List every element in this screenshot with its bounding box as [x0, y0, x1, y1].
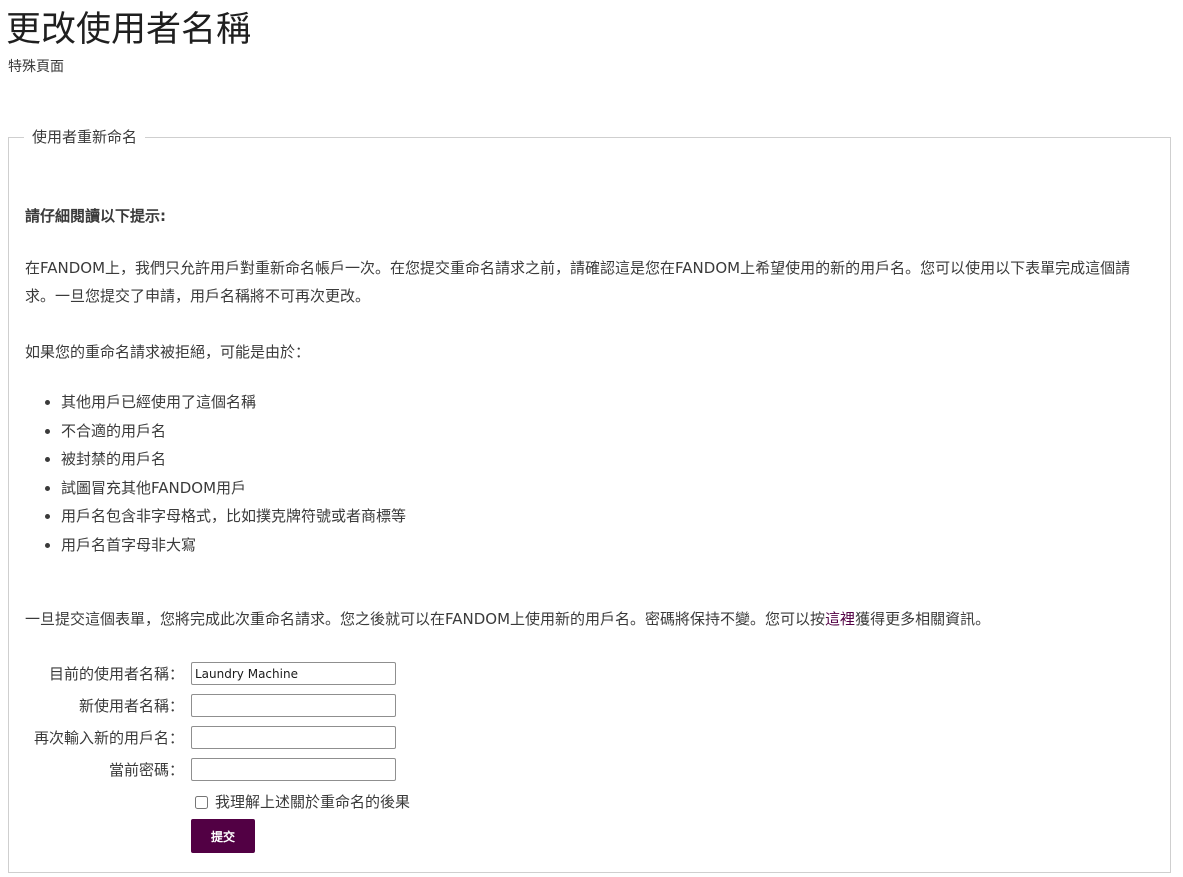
current-name-label-wrap: 目前的使用者名稱： [20, 662, 184, 686]
list-item: 試圖冒充其他FANDOM用戶 [61, 474, 406, 503]
repeat-name-input[interactable] [191, 726, 396, 749]
page: 更改使用者名稱 特殊頁面 使用者重新命名 請仔細閱讀以下提示: 在FANDOM上… [0, 0, 1183, 877]
current-name-input[interactable] [191, 662, 396, 685]
new-name-input[interactable] [191, 694, 396, 717]
rejection-reasons-list: 其他用戶已經使用了這個名稱 不合適的用戶名 被封禁的用戶名 試圖冒充其他FAND… [25, 388, 406, 560]
rejection-intro-paragraph: 如果您的重命名請求被拒絕，可能是由於： [25, 343, 311, 361]
repeat-name-label: 再次輸入新的用戶名： [33, 729, 184, 747]
submit-info-text-before: 一旦提交這個表單，您將完成此次重命名請求。您之後就可以在FANDOM上使用新的用… [25, 610, 826, 628]
list-item: 不合適的用戶名 [61, 417, 406, 446]
consent-row[interactable]: 我理解上述關於重命名的後果 [195, 790, 410, 814]
list-item: 用戶名首字母非大寫 [61, 531, 406, 560]
rename-policy-paragraph: 在FANDOM上，我們只允許用戶對重新命名帳戶一次。在您提交重命名請求之前，請確… [25, 259, 1131, 305]
password-input[interactable] [191, 758, 396, 781]
list-item: 其他用戶已經使用了這個名稱 [61, 388, 406, 417]
password-label-wrap: 當前密碼： [20, 758, 184, 782]
new-name-label: 新使用者名稱： [78, 697, 184, 715]
current-name-label: 目前的使用者名稱： [48, 665, 184, 683]
submit-info-text-after: 獲得更多相關資訊。 [855, 610, 991, 628]
new-name-label-wrap: 新使用者名稱： [20, 694, 184, 718]
consent-checkbox[interactable] [195, 795, 208, 809]
submit-info-paragraph: 一旦提交這個表單，您將完成此次重命名請求。您之後就可以在FANDOM上使用新的用… [25, 605, 1153, 633]
list-item: 用戶名包含非字母格式，比如撲克牌符號或者商標等 [61, 502, 406, 531]
password-label: 當前密碼： [108, 761, 184, 779]
help-link[interactable]: 這裡 [825, 610, 855, 628]
repeat-name-label-wrap: 再次輸入新的用戶名： [20, 726, 184, 750]
page-subtitle: 特殊頁面 [8, 59, 64, 75]
fieldset-legend: 使用者重新命名 [32, 128, 138, 146]
list-item: 被封禁的用戶名 [61, 445, 406, 474]
notice-heading: 請仔細閱讀以下提示: [25, 207, 166, 225]
page-title: 更改使用者名稱 [6, 10, 252, 50]
submit-button[interactable]: 提交 [191, 819, 255, 853]
consent-label: 我理解上述關於重命名的後果 [215, 793, 411, 811]
